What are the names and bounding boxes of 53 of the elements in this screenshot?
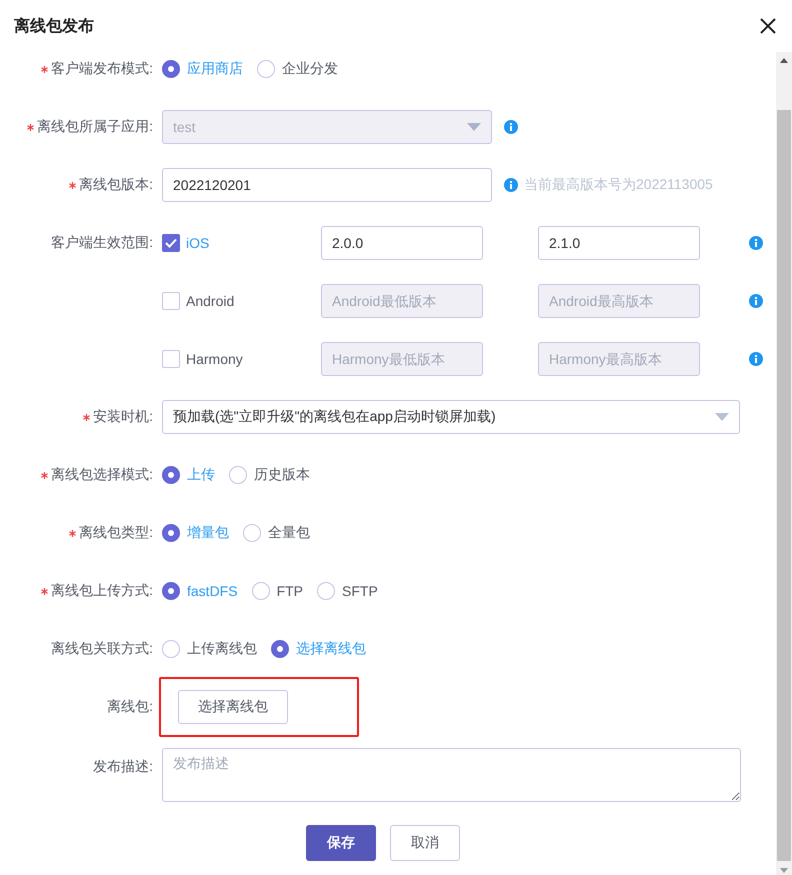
input-field[interactable]: 2.0.0 <box>321 226 483 260</box>
field-label: 发布描述: <box>93 758 153 776</box>
radio-button[interactable] <box>162 582 180 600</box>
scroll-up-icon[interactable] <box>780 58 788 63</box>
cancel-button[interactable]: 取消 <box>390 825 460 861</box>
field-label: 离线包关联方式: <box>51 640 153 658</box>
field-label: 安装时机: <box>93 408 153 426</box>
save-button[interactable]: 保存 <box>306 825 376 861</box>
radio-button[interactable] <box>252 582 270 600</box>
radio-button[interactable] <box>257 60 275 78</box>
scrollbar[interactable] <box>776 52 792 875</box>
field-label: 客户端生效范围: <box>51 234 153 252</box>
select-package-button[interactable]: 选择离线包 <box>178 690 288 724</box>
field-label: 离线包所属子应用: <box>37 118 153 136</box>
info-icon <box>749 294 763 308</box>
radio-label[interactable]: 企业分发 <box>282 60 338 78</box>
select-field[interactable]: 预加载(选"立即升级"的离线包在app启动时锁屏加载) <box>162 400 740 434</box>
description-field[interactable]: 发布描述 <box>162 748 741 802</box>
info-icon <box>504 178 518 192</box>
radio-label[interactable]: 上传离线包 <box>187 640 257 658</box>
field-label: 离线包选择模式: <box>51 466 153 484</box>
input-field[interactable]: 2022120201 <box>162 168 492 202</box>
info-icon <box>749 236 763 250</box>
radio-button[interactable] <box>162 60 180 78</box>
radio-button[interactable] <box>162 640 180 658</box>
hint-text: 当前最高版本号为2022113005 <box>524 176 713 194</box>
radio-button[interactable] <box>271 640 289 658</box>
radio-label[interactable]: 历史版本 <box>254 466 310 484</box>
radio-button[interactable] <box>229 466 247 484</box>
radio-label[interactable]: SFTP <box>342 583 378 599</box>
checkbox[interactable] <box>162 234 180 252</box>
caret-icon <box>715 413 729 421</box>
scroll-down-icon[interactable] <box>780 868 788 873</box>
input-field[interactable]: 2.1.0 <box>538 226 700 260</box>
field-label: 客户端发布模式: <box>51 60 153 78</box>
radio-label[interactable]: FTP <box>276 583 304 599</box>
radio-button[interactable] <box>162 524 180 542</box>
dialog-title: 离线包发布 <box>14 16 94 36</box>
checkbox-label[interactable]: Harmony <box>186 351 243 367</box>
checkbox[interactable] <box>162 350 180 368</box>
field-label: 离线包类型: <box>79 524 153 542</box>
field-label: 离线包上传方式: <box>51 582 153 600</box>
checkbox-label[interactable]: Android <box>186 293 234 309</box>
close-icon[interactable] <box>758 16 778 36</box>
field-label: 离线包版本: <box>79 176 153 194</box>
checkbox[interactable] <box>162 292 180 310</box>
field-label: 离线包: <box>107 698 153 716</box>
radio-label[interactable]: 全量包 <box>268 524 310 542</box>
radio-button[interactable] <box>317 582 336 600</box>
caret-icon <box>467 123 481 131</box>
info-icon <box>749 352 763 366</box>
radio-button[interactable] <box>243 524 261 542</box>
radio-button[interactable] <box>162 466 180 484</box>
